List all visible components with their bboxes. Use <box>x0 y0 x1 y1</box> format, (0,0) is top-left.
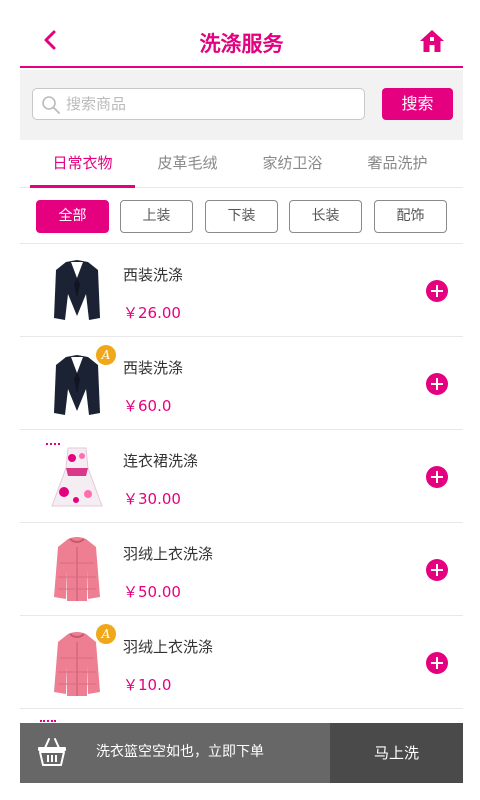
filter-all[interactable]: 全部 <box>36 200 109 233</box>
tab-luxury-care[interactable]: 奢品洗护 <box>345 140 450 188</box>
basket-icon <box>38 738 66 766</box>
item-price: ￥30.00 <box>123 490 181 508</box>
category-tabs: 日常衣物 皮革毛绒 家纺卫浴 奢品洗护 <box>20 140 463 188</box>
item-name: 西装洗涤 <box>123 266 184 284</box>
item-name: 羽绒上衣洗涤 <box>123 545 214 563</box>
wash-now-button[interactable]: 马上洗 <box>330 723 463 783</box>
list-item[interactable]: 羽绒上衣洗涤 ￥50.00 <box>20 523 463 616</box>
add-to-basket-button[interactable] <box>426 373 448 395</box>
item-name: 羽绒上衣洗涤 <box>123 638 214 656</box>
suit-jacket-image <box>54 260 100 320</box>
filter-chips: 全部 上装 下装 长装 配饰 <box>20 188 463 244</box>
item-price: ￥50.00 <box>123 583 181 601</box>
item-price: ￥60.0 <box>123 397 172 415</box>
home-button[interactable] <box>419 28 445 54</box>
filter-accessories[interactable]: 配饰 <box>374 200 447 233</box>
tab-leather-fur[interactable]: 皮革毛绒 <box>135 140 240 188</box>
add-to-basket-button[interactable] <box>426 559 448 581</box>
cart-summary[interactable]: 洗衣篮空空如也，立即下单 <box>20 723 330 783</box>
page-title: 洗涤服务 <box>199 32 284 56</box>
list-item[interactable]: A 羽绒上衣洗涤 ￥10.0 <box>20 616 463 709</box>
item-name: 连衣裙洗涤 <box>123 452 199 470</box>
list-item[interactable]: 连衣裙洗涤 ￥30.00 <box>20 430 463 523</box>
cart-empty-message: 洗衣篮空空如也，立即下单 <box>96 744 264 760</box>
pink-down-jacket-image <box>54 537 100 601</box>
floral-dress-image <box>46 443 103 507</box>
tab-home-textiles[interactable]: 家纺卫浴 <box>240 140 345 188</box>
add-to-basket-button[interactable] <box>426 652 448 674</box>
item-price: ￥26.00 <box>123 304 181 322</box>
tab-daily-clothes[interactable]: 日常衣物 <box>30 140 135 188</box>
filter-bottoms[interactable]: 下装 <box>205 200 278 233</box>
filter-long[interactable]: 长装 <box>289 200 362 233</box>
search-input[interactable] <box>66 92 356 116</box>
item-price: ￥10.0 <box>123 676 172 694</box>
add-to-basket-button[interactable] <box>426 466 448 488</box>
header: 洗涤服务 <box>20 0 463 68</box>
search-field[interactable] <box>32 88 365 120</box>
search-icon <box>42 96 60 114</box>
filter-tops[interactable]: 上装 <box>120 200 193 233</box>
home-icon <box>420 30 444 52</box>
item-name: 西装洗涤 <box>123 359 184 377</box>
search-button[interactable]: 搜索 <box>382 88 453 120</box>
list-item[interactable]: 西装洗涤 ￥26.00 <box>20 244 463 337</box>
list-item[interactable]: A 西装洗涤 ￥60.0 <box>20 337 463 430</box>
app-screen: 洗涤服务 搜索 日常衣物 皮革毛绒 家纺卫浴 奢品洗护 全部 上装 下装 长装 … <box>20 0 463 800</box>
add-to-basket-button[interactable] <box>426 280 448 302</box>
search-bar: 搜索 <box>20 70 463 140</box>
badge-icon: A <box>96 624 116 644</box>
cart-bar: 洗衣篮空空如也，立即下单 马上洗 <box>20 723 463 783</box>
badge-icon: A <box>96 345 116 365</box>
